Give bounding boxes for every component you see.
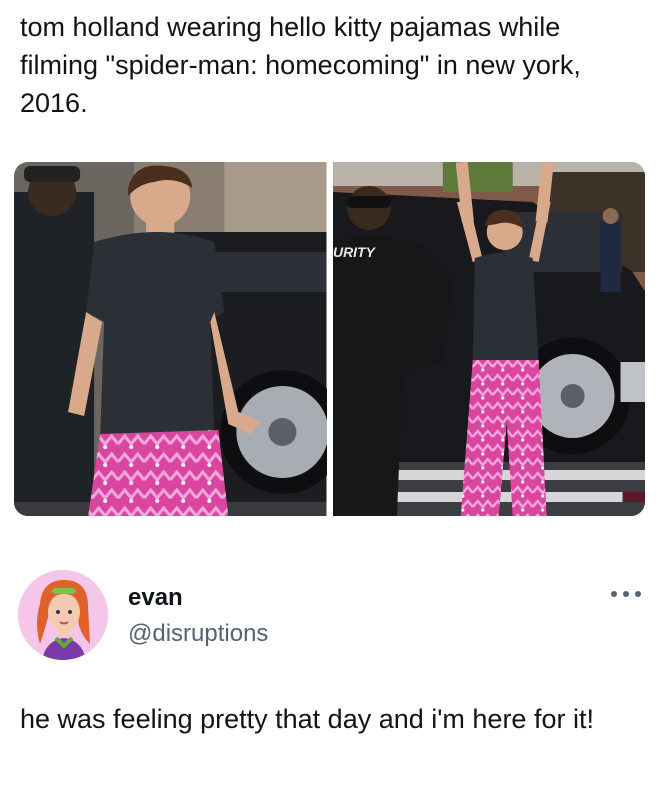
dot (635, 591, 641, 597)
avatar[interactable] (18, 570, 108, 660)
ellipsis-icon[interactable] (611, 584, 641, 604)
photo-right[interactable]: URITY (332, 162, 645, 516)
photo-left-image (14, 162, 327, 516)
photo-grid[interactable]: URITY (14, 162, 645, 516)
dot (611, 591, 617, 597)
tweet-text: he was feeling pretty that day and i'm h… (20, 704, 594, 734)
dot (623, 591, 629, 597)
display-name[interactable]: evan (128, 584, 183, 612)
avatar-image (18, 570, 108, 660)
tweet-header[interactable]: evan @disruptions (14, 570, 645, 662)
photo-left[interactable] (14, 162, 327, 516)
security-shirt-text: URITY (333, 244, 377, 260)
user-handle[interactable]: @disruptions (128, 620, 268, 648)
photo-right-image: URITY (332, 162, 645, 516)
post-caption: tom holland wearing hello kitty pajamas … (20, 12, 581, 118)
